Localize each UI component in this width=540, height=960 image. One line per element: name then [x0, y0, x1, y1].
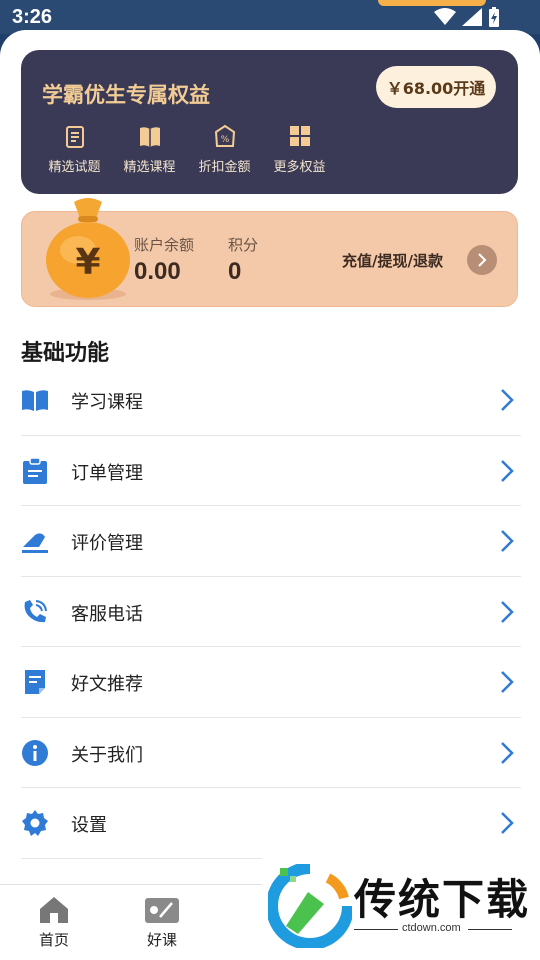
menu-item-reviews[interactable]: 评价管理	[21, 506, 521, 577]
course-icon	[145, 898, 179, 923]
wallet-arrow-button[interactable]	[467, 245, 497, 275]
menu-item-about[interactable]: 关于我们	[21, 718, 521, 788]
phone-icon	[24, 599, 47, 622]
menu-item-articles[interactable]: 好文推荐	[21, 647, 521, 718]
menu-item-phone[interactable]: 客服电话	[21, 577, 521, 647]
chevron-right-icon	[501, 459, 514, 482]
perk-discount[interactable]: % 折扣金额	[187, 124, 262, 175]
watermark-logo	[268, 864, 352, 948]
signal-icon	[462, 8, 482, 26]
menu-label: 设置	[71, 815, 107, 836]
status-pill	[378, 0, 486, 6]
open-vip-button[interactable]: ￥68.00开通	[376, 66, 496, 108]
perk-exams[interactable]: 精选试题	[37, 124, 112, 175]
section-title: 基础功能	[21, 341, 110, 366]
perk-label: 折扣金额	[198, 160, 251, 175]
watermark-line-right	[468, 929, 512, 930]
chevron-right-icon	[478, 253, 487, 267]
grid-icon	[289, 126, 310, 146]
chevron-right-icon	[501, 671, 514, 693]
perk-label: 精选课程	[123, 160, 176, 175]
battery-icon	[489, 7, 499, 27]
tab-courses[interactable]: 好课	[127, 895, 197, 950]
vip-card[interactable]: 学霸优生专属权益 ￥68.00开通 精选试题 精选课程 % 折扣金额 更多权益	[21, 50, 518, 194]
watermark-line-left	[354, 929, 398, 930]
menu-item-settings[interactable]: 设置	[21, 788, 521, 859]
discount-tag-icon: %	[214, 124, 235, 147]
status-time: 3:26	[12, 6, 53, 28]
main-sheet: 学霸优生专属权益 ￥68.00开通 精选试题 精选课程 % 折扣金额 更多权益	[0, 30, 540, 960]
watermark: 传统下载 ctdown.com	[262, 858, 540, 960]
vip-title: 学霸优生专属权益	[42, 83, 210, 107]
menu-item-orders[interactable]: 订单管理	[21, 436, 521, 506]
info-icon	[22, 739, 48, 766]
perk-more[interactable]: 更多权益	[262, 124, 337, 175]
menu-label: 学习课程	[71, 392, 143, 413]
recharge-withdraw-refund-link[interactable]: 充值/提现/退款	[342, 250, 443, 271]
watermark-text: 传统下载	[354, 875, 531, 924]
tab-label: 好课	[146, 931, 177, 949]
perk-courses[interactable]: 精选课程	[112, 124, 187, 175]
vip-perks: 精选试题 精选课程 % 折扣金额 更多权益	[37, 124, 337, 175]
gear-icon	[22, 810, 48, 836]
book-icon	[139, 127, 160, 147]
menu-item-courses[interactable]: 学习课程	[21, 365, 521, 436]
perk-label: 更多权益	[273, 160, 326, 175]
chevron-right-icon	[501, 600, 514, 623]
status-icons	[434, 7, 500, 27]
menu-label: 客服电话	[71, 603, 143, 625]
balance-label: 账户余额	[134, 236, 195, 254]
menu-label: 评价管理	[71, 533, 143, 554]
menu-label: 关于我们	[71, 744, 143, 766]
tab-label: 首页	[38, 931, 69, 949]
book-open-icon	[22, 390, 48, 411]
balance-value: 0.00	[134, 258, 181, 285]
tab-home[interactable]: 首页	[19, 895, 89, 950]
chevron-right-icon	[501, 741, 514, 764]
chevron-right-icon	[501, 812, 514, 834]
chevron-right-icon	[501, 389, 514, 411]
watermark-url: ctdown.com	[402, 922, 461, 934]
wallet-card[interactable]: ¥ 账户余额 0.00 积分 0 充值/提现/退款	[21, 198, 518, 307]
currency-symbol: ¥	[75, 242, 100, 283]
perk-label: 精选试题	[48, 160, 101, 175]
points-label: 积分	[228, 236, 259, 254]
wifi-icon	[434, 8, 456, 25]
money-bag-icon: ¥	[46, 198, 130, 300]
document-icon	[25, 670, 45, 694]
svg-text:%: %	[220, 135, 229, 145]
chevron-right-icon	[501, 530, 514, 552]
clipboard-icon	[23, 456, 47, 484]
comment-icon	[22, 533, 48, 553]
points-value: 0	[228, 258, 242, 285]
home-icon	[40, 897, 68, 923]
exam-paper-icon	[65, 126, 84, 148]
function-menu: 学习课程 订单管理 评价管理 客服电话 好文推荐 关于我们 设置	[21, 365, 521, 859]
menu-label: 好文推荐	[71, 674, 143, 695]
menu-label: 订单管理	[71, 462, 143, 484]
status-bar: 3:26	[0, 0, 540, 34]
